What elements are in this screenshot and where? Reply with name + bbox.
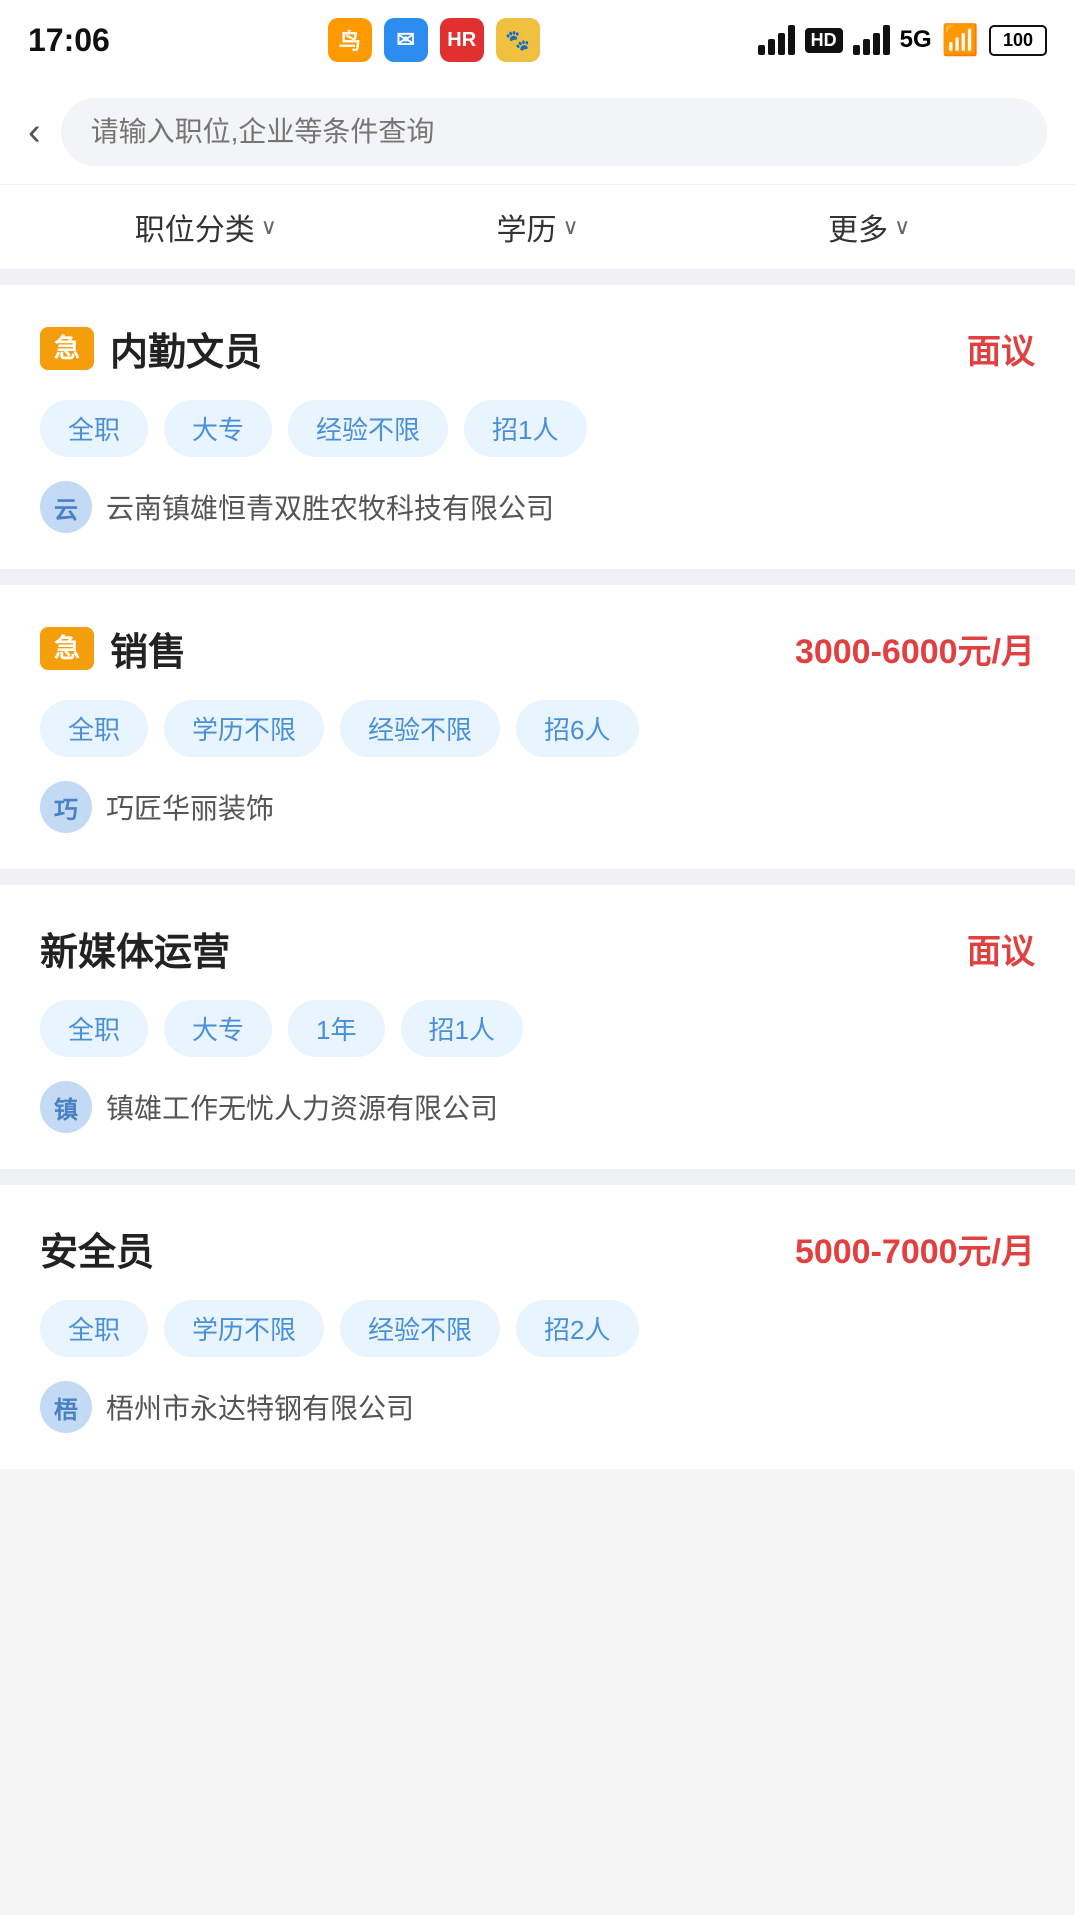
app-icon-1: 鸟 (328, 18, 372, 62)
job-tag-1-2: 经验不限 (340, 700, 500, 757)
search-area: ‹ (0, 80, 1075, 184)
job-tag-2-0: 全职 (40, 1000, 148, 1057)
filter-position-arrow: ∨ (261, 214, 277, 240)
job-title-0: 内勤文员 (110, 321, 262, 376)
filter-position-category[interactable]: 职位分类 ∨ (40, 205, 372, 249)
status-app-icons: 鸟 ✉ HR 🐾 (328, 18, 540, 62)
job-tag-2-2: 1年 (288, 1000, 384, 1057)
filter-position-label: 职位分类 (135, 205, 255, 249)
urgent-badge-1: 急 (40, 627, 94, 670)
status-bar: 17:06 鸟 ✉ HR 🐾 HD 5G 📶 100 (0, 0, 1075, 80)
job-tag-0-3: 招1人 (464, 400, 586, 457)
job-card-1[interactable]: 急销售 3000-6000元/月全职学历不限经验不限招6人巧巧匠华丽装饰 (0, 585, 1075, 869)
company-name-0: 云南镇雄恒青双胜农牧科技有限公司 (106, 487, 554, 527)
urgent-badge-0: 急 (40, 327, 94, 370)
company-avatar-3: 梧 (40, 1381, 92, 1433)
job-card-3[interactable]: 安全员 5000-7000元/月全职学历不限经验不限招2人梧梧州市永达特钢有限公司 (0, 1185, 1075, 1469)
filter-education[interactable]: 学历 ∨ (372, 205, 704, 249)
job-title-3: 安全员 (40, 1221, 154, 1276)
filter-more-label: 更多 (828, 205, 888, 249)
back-button[interactable]: ‹ (28, 113, 41, 151)
company-avatar-1: 巧 (40, 781, 92, 833)
section-divider-2 (0, 869, 1075, 885)
wifi-icon: 📶 (942, 23, 979, 58)
5g-signal-icon (853, 25, 890, 55)
job-title-1: 销售 (110, 621, 186, 676)
search-input[interactable] (61, 98, 1047, 166)
job-tag-1-1: 学历不限 (164, 700, 324, 757)
job-tag-0-1: 大专 (164, 400, 272, 457)
job-tag-3-0: 全职 (40, 1300, 148, 1357)
section-divider-3 (0, 1169, 1075, 1185)
job-tag-3-3: 招2人 (516, 1300, 638, 1357)
job-tag-2-1: 大专 (164, 1000, 272, 1057)
job-tag-1-0: 全职 (40, 700, 148, 757)
job-tag-2-3: 招1人 (401, 1000, 523, 1057)
company-name-2: 镇雄工作无忧人力资源有限公司 (106, 1087, 498, 1127)
app-icon-2: ✉ (384, 18, 428, 62)
company-name-3: 梧州市永达特钢有限公司 (106, 1387, 414, 1427)
signal-icon (758, 25, 795, 55)
job-salary-1: 3000-6000元/月 (795, 624, 1035, 673)
filter-education-arrow: ∨ (562, 214, 578, 240)
5g-label: 5G (900, 26, 932, 54)
company-name-1: 巧匠华丽装饰 (106, 787, 274, 827)
section-divider-0 (0, 269, 1075, 285)
job-tag-0-0: 全职 (40, 400, 148, 457)
section-divider-1 (0, 569, 1075, 585)
job-salary-3: 5000-7000元/月 (795, 1224, 1035, 1273)
job-card-0[interactable]: 急内勤文员 面议全职大专经验不限招1人云云南镇雄恒青双胜农牧科技有限公司 (0, 285, 1075, 569)
filter-bar: 职位分类 ∨ 学历 ∨ 更多 ∨ (0, 184, 1075, 269)
company-avatar-0: 云 (40, 481, 92, 533)
job-title-2: 新媒体运营 (40, 921, 230, 976)
status-time: 17:06 (28, 22, 110, 59)
job-salary-0: 面议 (967, 324, 1035, 373)
job-tag-1-3: 招6人 (516, 700, 638, 757)
battery-indicator: 100 (989, 25, 1047, 56)
company-avatar-2: 镇 (40, 1081, 92, 1133)
app-icon-3: HR (440, 18, 484, 62)
job-salary-2: 面议 (967, 924, 1035, 973)
filter-more-arrow: ∨ (894, 214, 910, 240)
job-tag-0-2: 经验不限 (288, 400, 448, 457)
job-card-2[interactable]: 新媒体运营 面议全职大专 1年招1人镇镇雄工作无忧人力资源有限公司 (0, 885, 1075, 1169)
status-right-icons: HD 5G 📶 100 (758, 23, 1047, 58)
filter-education-label: 学历 (496, 205, 556, 249)
job-tag-3-1: 学历不限 (164, 1300, 324, 1357)
filter-more[interactable]: 更多 ∨ (703, 205, 1035, 249)
hd-badge: HD (805, 28, 843, 53)
job-tag-3-2: 经验不限 (340, 1300, 500, 1357)
app-icon-4: 🐾 (496, 18, 540, 62)
